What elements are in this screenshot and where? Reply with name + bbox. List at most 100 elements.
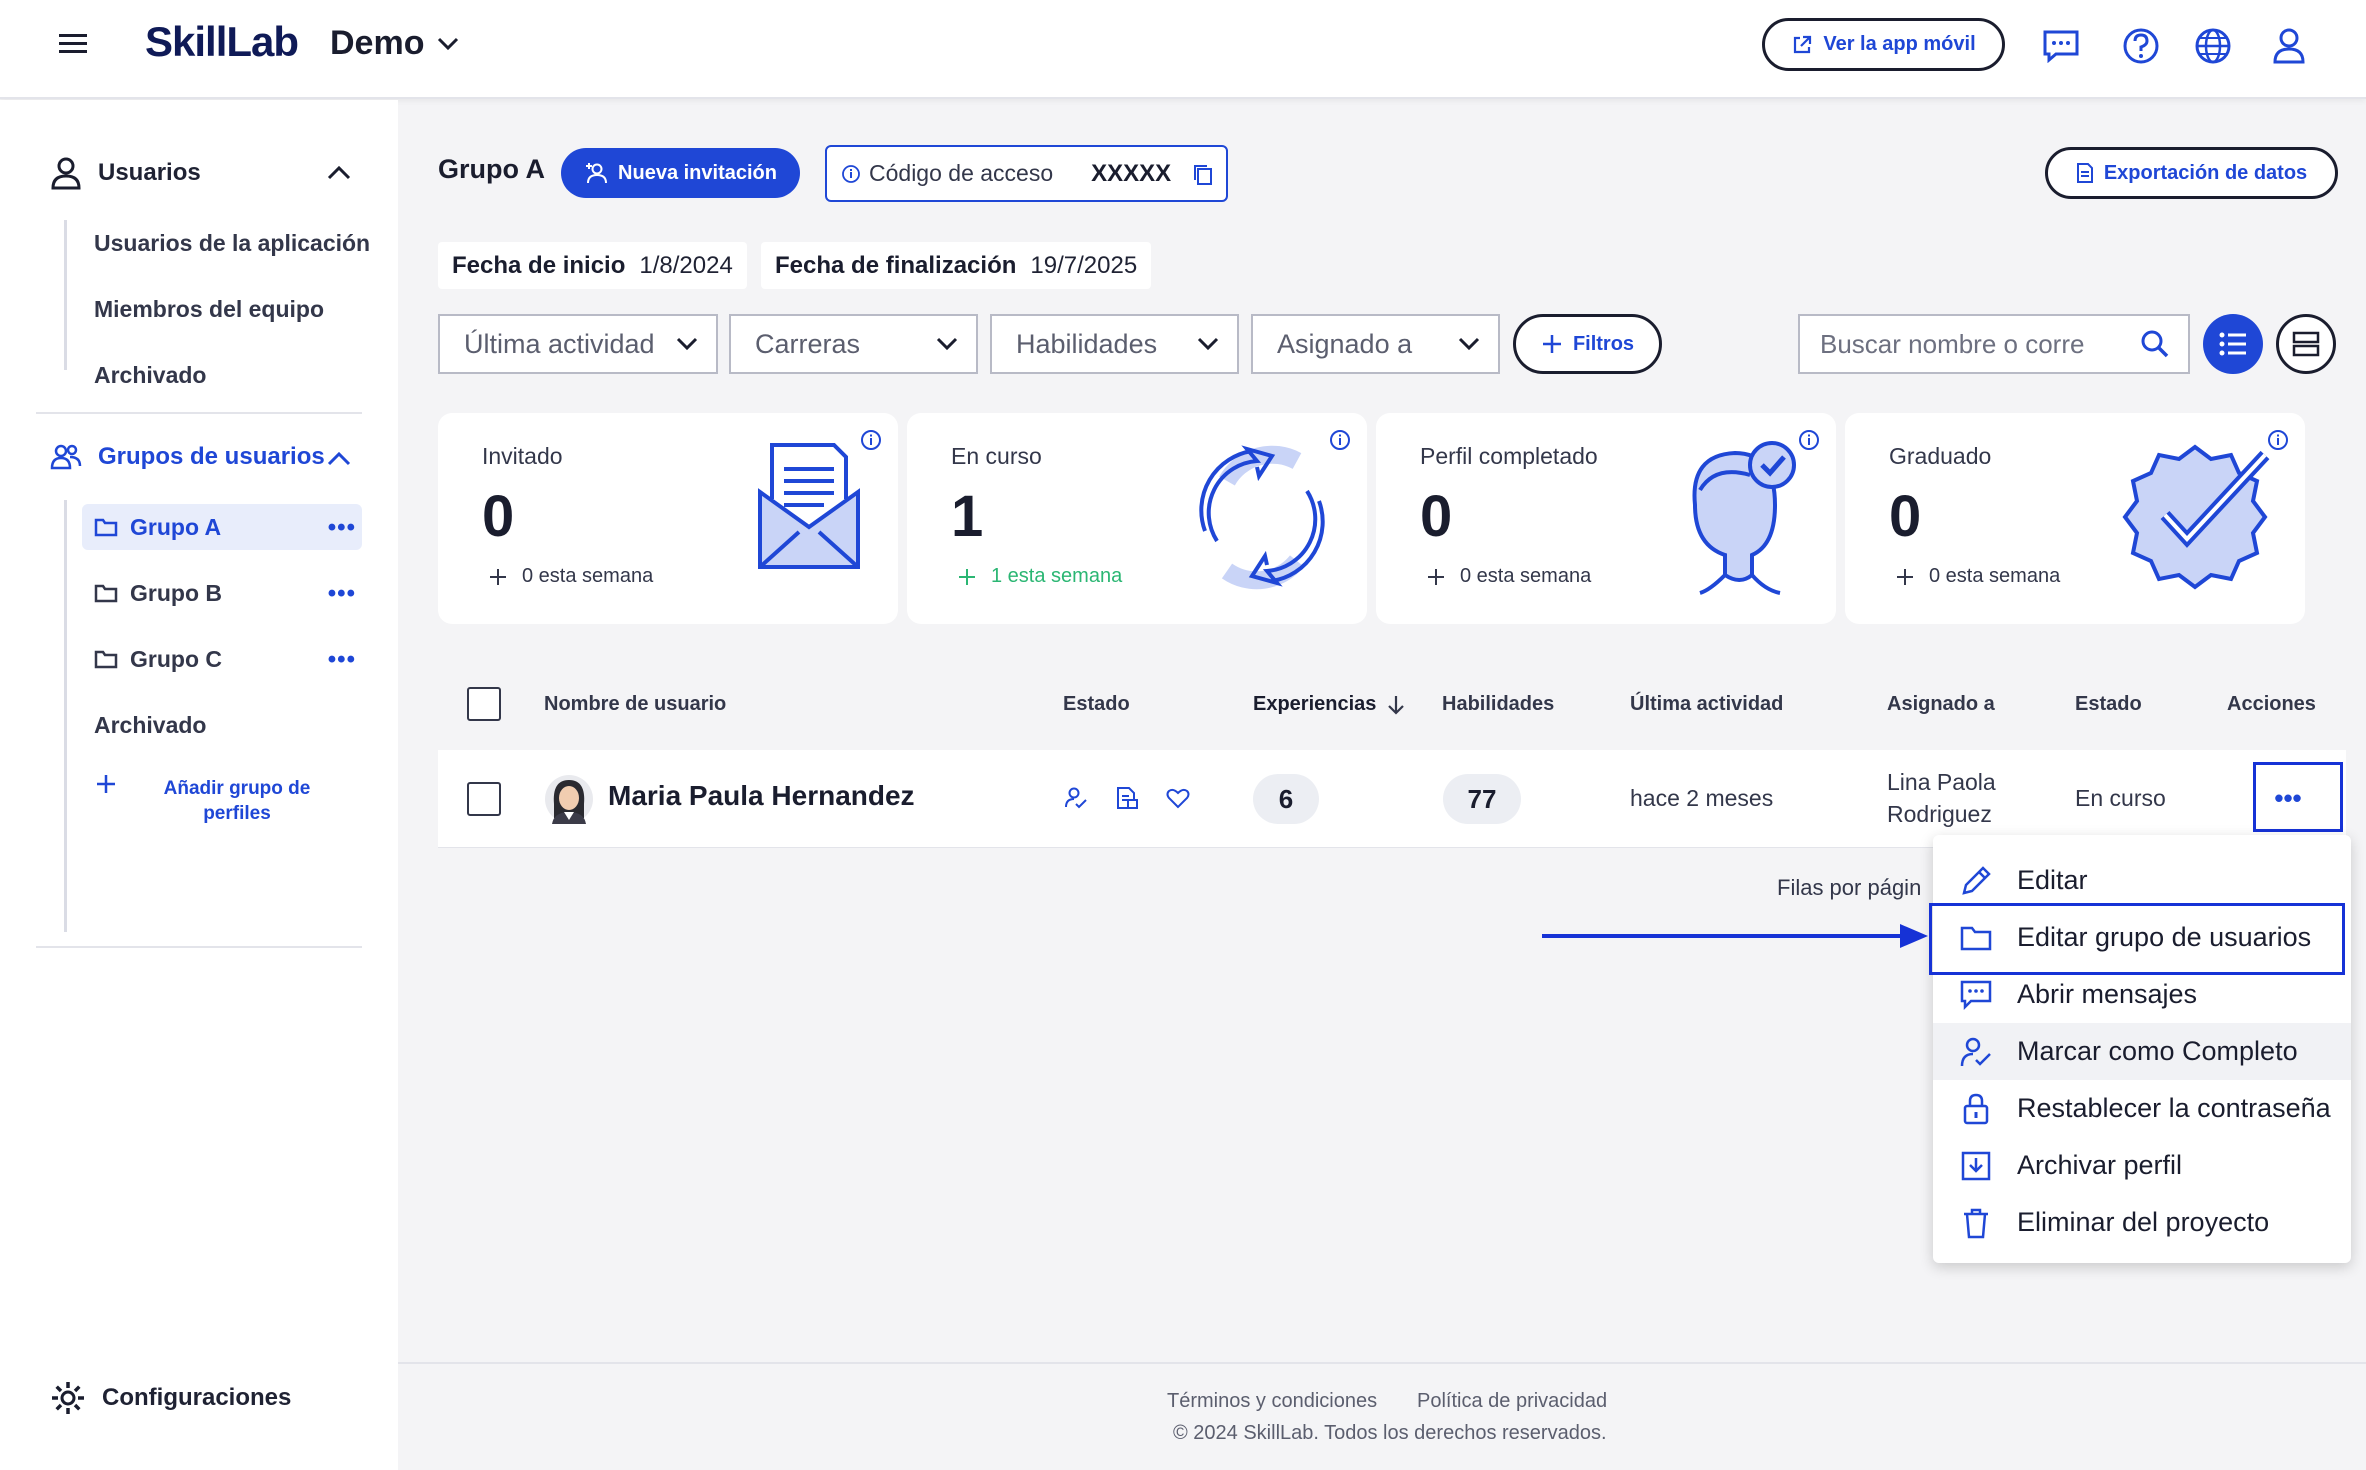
stat-card-profile-completed[interactable]: Perfil completado 0 0 esta semana: [1376, 413, 1836, 624]
export-data-button[interactable]: Exportación de datos: [2045, 147, 2338, 199]
access-code-value: XXXXX: [1091, 159, 1172, 187]
sidebar-item-team-members[interactable]: Miembros del equipo: [94, 296, 324, 323]
stat-week: 0 esta semana: [488, 565, 653, 588]
menu-item-reset-password[interactable]: Restablecer la contraseña: [1933, 1080, 2351, 1137]
column-header-last-activity[interactable]: Última actividad: [1630, 693, 1783, 716]
assigned-cell: Lina Paola Rodriguez: [1887, 766, 1996, 830]
annotation-highlight-actions: [2253, 762, 2343, 832]
skills-dropdown[interactable]: Habilidades: [990, 314, 1239, 374]
stat-week: 0 esta semana: [1895, 565, 2060, 588]
mobile-app-button[interactable]: Ver la app móvil: [1762, 18, 2005, 71]
sidebar-section-user-groups[interactable]: Grupos de usuarios: [50, 442, 325, 472]
settings-label: Configuraciones: [102, 1384, 292, 1411]
stat-value: 0: [1420, 484, 1453, 549]
chat-icon[interactable]: [2035, 20, 2087, 72]
user-name[interactable]: Maria Paula Hernandez: [608, 780, 915, 812]
stat-week-text: 0 esta semana: [522, 565, 654, 587]
new-invitation-button[interactable]: Nueva invitación: [561, 148, 800, 198]
card-view-button[interactable]: [2276, 314, 2336, 374]
globe-icon[interactable]: [2187, 20, 2239, 72]
card-view-icon: [2291, 330, 2321, 358]
assigned-to-dropdown[interactable]: Asignado a: [1251, 314, 1500, 374]
access-code-label: Código de acceso: [869, 160, 1054, 186]
sidebar-section-users[interactable]: Usuarios: [50, 156, 201, 190]
stat-label: Graduado: [1889, 443, 1992, 469]
last-activity-dropdown[interactable]: Última actividad: [438, 314, 718, 374]
envelope-icon: [754, 437, 864, 572]
add-group-button[interactable]: Añadir grupo de perfiles: [140, 776, 334, 826]
search-input[interactable]: Buscar nombre o corre: [1798, 314, 2190, 374]
heart-icon: [1166, 787, 1190, 809]
info-icon[interactable]: [1798, 429, 1820, 451]
column-header-assigned[interactable]: Asignado a: [1887, 693, 1995, 716]
top-header: SkillLab Demo Ver la app móvil: [0, 0, 2366, 99]
help-icon[interactable]: [2115, 20, 2167, 72]
sidebar-item-group-a[interactable]: Grupo A •••: [82, 504, 362, 550]
column-header-state[interactable]: Estado: [2075, 693, 2142, 716]
info-icon[interactable]: [860, 429, 882, 451]
group-label: Grupo B: [130, 579, 222, 606]
project-selector[interactable]: Demo: [330, 24, 460, 63]
info-icon[interactable]: [2267, 429, 2289, 451]
more-options-icon[interactable]: •••: [328, 514, 356, 542]
row-actions-menu: Editar Editar grupo de usuarios Abrir me…: [1933, 835, 2351, 1263]
more-options-icon[interactable]: •••: [328, 646, 356, 674]
sidebar-separator: [36, 412, 362, 414]
more-options-icon[interactable]: •••: [328, 580, 356, 608]
plus-icon[interactable]: [94, 772, 118, 796]
privacy-link[interactable]: Política de privacidad: [1417, 1390, 1607, 1413]
menu-item-remove-from-project[interactable]: Eliminar del proyecto: [1933, 1194, 2351, 1251]
sidebar-item-archived[interactable]: Archivado: [94, 362, 206, 389]
last-activity-cell: hace 2 meses: [1630, 785, 1774, 811]
menu-item-edit[interactable]: Editar: [1933, 852, 2351, 909]
column-header-status[interactable]: Estado: [1063, 693, 1130, 716]
stat-card-graduated[interactable]: Graduado 0 0 esta semana: [1845, 413, 2305, 624]
add-group-label-line2: perfiles: [203, 803, 271, 824]
menu-item-archive-profile[interactable]: Archivar perfil: [1933, 1137, 2351, 1194]
stat-value: 0: [482, 484, 515, 549]
stat-label: Perfil completado: [1420, 443, 1598, 469]
brand-logo[interactable]: SkillLab: [145, 18, 299, 66]
menu-item-label: Eliminar del proyecto: [2017, 1207, 2270, 1237]
annotation-arrow: [1540, 918, 1930, 954]
skills-badge: 77: [1443, 774, 1521, 824]
lock-icon: [1959, 1092, 1993, 1126]
start-date-value: 1/8/2024: [639, 251, 733, 279]
stat-label: En curso: [951, 443, 1042, 469]
user-profile-icon[interactable]: [2263, 20, 2315, 72]
list-view-button[interactable]: [2203, 314, 2263, 374]
careers-dropdown[interactable]: Carreras: [729, 314, 978, 374]
sidebar-settings[interactable]: Configuraciones: [50, 1380, 291, 1416]
column-header-username[interactable]: Nombre de usuario: [544, 693, 726, 716]
chevron-down-icon: [676, 337, 698, 351]
sidebar-item-groups-archived[interactable]: Archivado: [94, 712, 206, 739]
sidebar-item-group-b[interactable]: Grupo B •••: [82, 570, 362, 616]
stat-card-in-progress[interactable]: En curso 1 1 esta semana: [907, 413, 1367, 624]
user-check-icon: [1064, 786, 1088, 810]
column-header-skills[interactable]: Habilidades: [1442, 693, 1554, 716]
menu-item-label: Marcar como Completo: [2017, 1036, 2298, 1066]
sidebar-item-app-users[interactable]: Usuarios de la aplicación: [94, 230, 370, 257]
group-label: Grupo C: [130, 645, 222, 672]
row-checkbox[interactable]: [467, 782, 501, 816]
hamburger-menu-icon[interactable]: [56, 30, 90, 58]
select-all-checkbox[interactable]: [467, 687, 501, 721]
search-placeholder: Buscar nombre o corre: [1820, 328, 2085, 359]
table-row[interactable]: Maria Paula Hernandez 6 77 hace 2 meses …: [438, 750, 2346, 848]
sidebar-section-users-label: Usuarios: [98, 159, 201, 186]
add-user-icon: [584, 161, 608, 185]
dropdown-label: Asignado a: [1277, 328, 1413, 359]
search-icon[interactable]: [2140, 329, 2170, 359]
info-icon[interactable]: [1329, 429, 1351, 451]
column-header-experiences[interactable]: Experiencias: [1253, 693, 1406, 716]
stat-card-invited[interactable]: Invitado 0 0 esta semana: [438, 413, 898, 624]
copy-icon[interactable]: [1192, 163, 1214, 187]
stat-value: 1: [951, 484, 984, 549]
document-icon: [2076, 162, 2094, 184]
filters-button[interactable]: Filtros: [1513, 314, 1662, 374]
sidebar-item-group-c[interactable]: Grupo C •••: [82, 636, 362, 682]
chevron-up-icon[interactable]: [326, 164, 352, 182]
chevron-up-icon[interactable]: [326, 450, 352, 468]
menu-item-mark-complete[interactable]: Marcar como Completo: [1933, 1023, 2351, 1080]
terms-link[interactable]: Términos y condiciones: [1167, 1390, 1377, 1413]
